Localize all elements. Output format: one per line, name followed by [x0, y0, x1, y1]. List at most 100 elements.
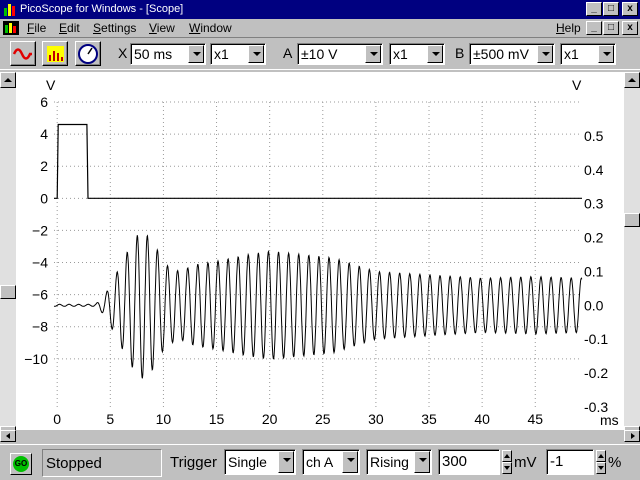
x-tick-label-4: 20	[262, 411, 278, 427]
toolbar: X 50 ms x1 A ±10 V x1 B ±500 mV x1	[0, 37, 640, 70]
maximize-button[interactable]: □	[603, 2, 619, 16]
channel-a-zoom-dropdown-arrow[interactable]	[427, 45, 443, 63]
y-left-unit-label: V	[46, 77, 56, 93]
y-left-tick-label-6: −6	[32, 287, 48, 303]
meter-mode-button[interactable]	[75, 41, 101, 66]
trigger-channel-select[interactable]: ch A	[302, 449, 360, 475]
spectrum-mode-button[interactable]	[42, 41, 68, 66]
menu-file[interactable]: File	[27, 21, 46, 35]
trigger-level-input[interactable]: 300	[438, 449, 500, 475]
x-tick-label-0: 0	[53, 411, 61, 427]
channel-b-range-select[interactable]: ±500 mV	[469, 43, 555, 65]
timebase-dropdown-arrow[interactable]	[188, 45, 204, 63]
menu-edit[interactable]: Edit	[59, 21, 80, 35]
trigger-level-up-button[interactable]	[502, 450, 512, 462]
timebase-select[interactable]: 50 ms	[130, 43, 206, 65]
right-scroll-thumb[interactable]	[624, 213, 640, 227]
x-axis-label: X	[118, 45, 128, 61]
x-tick-label-3: 15	[209, 411, 225, 427]
status-bar: GO Stopped Trigger Single ch A Rising 30…	[0, 444, 640, 480]
scope-chart[interactable]: V Vms6420−2−4−6−8−100.50.40.30.20.10.0-0.…	[16, 72, 624, 430]
y-right-tick-label-5: 0.0	[584, 297, 604, 313]
channel-a-offset-scrollbar[interactable]	[0, 72, 16, 442]
y-left-tick-label-4: −2	[32, 222, 48, 238]
y-right-tick-label-8: -0.3	[584, 399, 608, 415]
y-left-tick-label-3: 0	[40, 190, 48, 206]
trigger-mode-dropdown-arrow[interactable]	[278, 451, 294, 473]
scope-document-icon[interactable]	[3, 21, 19, 35]
y-left-tick-label-8: −10	[24, 351, 48, 367]
y-right-tick-label-0: 0.5	[584, 128, 604, 144]
channel-b-range-dropdown-arrow[interactable]	[537, 45, 553, 63]
title-bar[interactable]: PicoScope for Windows - [Scope] _ □ x	[0, 0, 640, 19]
right-scroll-up-button[interactable]	[624, 72, 640, 88]
time-scrollbar[interactable]	[0, 430, 640, 442]
pretrigger-down-button[interactable]	[596, 462, 606, 474]
trigger-edge-select[interactable]: Rising	[366, 449, 432, 475]
doc-minimize-button[interactable]: _	[586, 21, 602, 35]
minimize-button[interactable]: _	[586, 2, 602, 16]
scope-plot-area[interactable]: V Vms 6 4 2 0 −2 −4 −6 −8 −10 0.5 0.4 0.3 0.2 0.1 0.0 -0.…	[16, 72, 624, 430]
y-left-tick-label-7: −8	[32, 319, 48, 335]
scope-mode-icon	[12, 48, 32, 60]
scroll-left-button[interactable]	[0, 430, 16, 442]
trigger-mode-select[interactable]: Single	[224, 449, 296, 475]
x-tick-label-5: 25	[315, 411, 331, 427]
y-right-tick-label-1: 0.4	[584, 162, 604, 178]
menu-view[interactable]: View	[149, 21, 175, 35]
pretrigger-spinner[interactable]	[596, 450, 606, 474]
doc-maximize-button[interactable]: □	[603, 21, 619, 35]
trigger-level-unit: mV	[514, 454, 537, 471]
status-text: Stopped	[46, 455, 102, 472]
meter-mode-icon	[78, 44, 98, 64]
picoscope-window: PicoScope for Windows - [Scope] _ □ x Fi…	[0, 0, 640, 480]
menu-help[interactable]: Help	[556, 21, 581, 35]
y-right-tick-label-3: 0.2	[584, 230, 604, 246]
y-right-tick-label-7: -0.2	[584, 365, 608, 381]
pretrigger-input[interactable]: -1	[546, 449, 594, 475]
channel-b-zoom-select[interactable]: x1	[560, 43, 616, 65]
spectrum-mode-icon	[47, 46, 64, 62]
go-led-icon: GO	[13, 456, 29, 472]
x-tick-label-9: 45	[527, 411, 543, 427]
y-left-tick-label-5: −4	[32, 255, 48, 271]
left-scroll-up-button[interactable]	[0, 72, 16, 88]
y-right-tick-label-2: 0.3	[584, 196, 604, 212]
menu-bar: File Edit Settings View Window Help _ □ …	[0, 19, 640, 37]
x-zoom-dropdown-arrow[interactable]	[248, 45, 264, 63]
go-button[interactable]: GO	[10, 453, 32, 475]
trigger-channel-dropdown-arrow[interactable]	[342, 451, 358, 473]
scope-mode-button[interactable]	[10, 41, 36, 66]
trigger-level-down-button[interactable]	[502, 462, 512, 474]
scroll-right-button[interactable]	[624, 430, 640, 442]
menu-window[interactable]: Window	[189, 21, 232, 35]
channel-a-range-select[interactable]: ±10 V	[297, 43, 383, 65]
y-left-tick-label-2: 2	[40, 158, 48, 174]
x-tick-label-6: 30	[368, 411, 384, 427]
trigger-level-spinner[interactable]	[502, 450, 512, 474]
y-right-unit-label: V	[572, 77, 582, 93]
trigger-edge-dropdown-arrow[interactable]	[414, 451, 430, 473]
window-title: PicoScope for Windows - [Scope]	[20, 3, 184, 15]
doc-close-button[interactable]: x	[622, 21, 638, 35]
y-right-tick-label-4: 0.1	[584, 263, 604, 279]
y-left-tick-label-0: 6	[40, 94, 48, 110]
channel-b-zoom-dropdown-arrow[interactable]	[598, 45, 614, 63]
menu-settings[interactable]: Settings	[93, 21, 136, 35]
x-tick-label-2: 10	[156, 411, 172, 427]
channel-a-trace	[54, 123, 582, 199]
channel-b-label: B	[455, 45, 465, 61]
x-zoom-select[interactable]: x1	[210, 43, 266, 65]
channel-b-trace	[53, 234, 583, 379]
left-scroll-thumb[interactable]	[0, 285, 16, 299]
picoscope-app-icon	[4, 4, 15, 16]
channel-a-zoom-select[interactable]: x1	[389, 43, 445, 65]
close-button[interactable]: x	[622, 2, 638, 16]
pretrigger-unit: %	[608, 454, 622, 471]
trigger-label: Trigger	[170, 454, 217, 471]
channel-a-label: A	[283, 45, 293, 61]
channel-b-offset-scrollbar[interactable]	[624, 72, 640, 442]
channel-a-range-dropdown-arrow[interactable]	[365, 45, 381, 63]
pretrigger-up-button[interactable]	[596, 450, 606, 462]
x-tick-label-8: 40	[474, 411, 490, 427]
